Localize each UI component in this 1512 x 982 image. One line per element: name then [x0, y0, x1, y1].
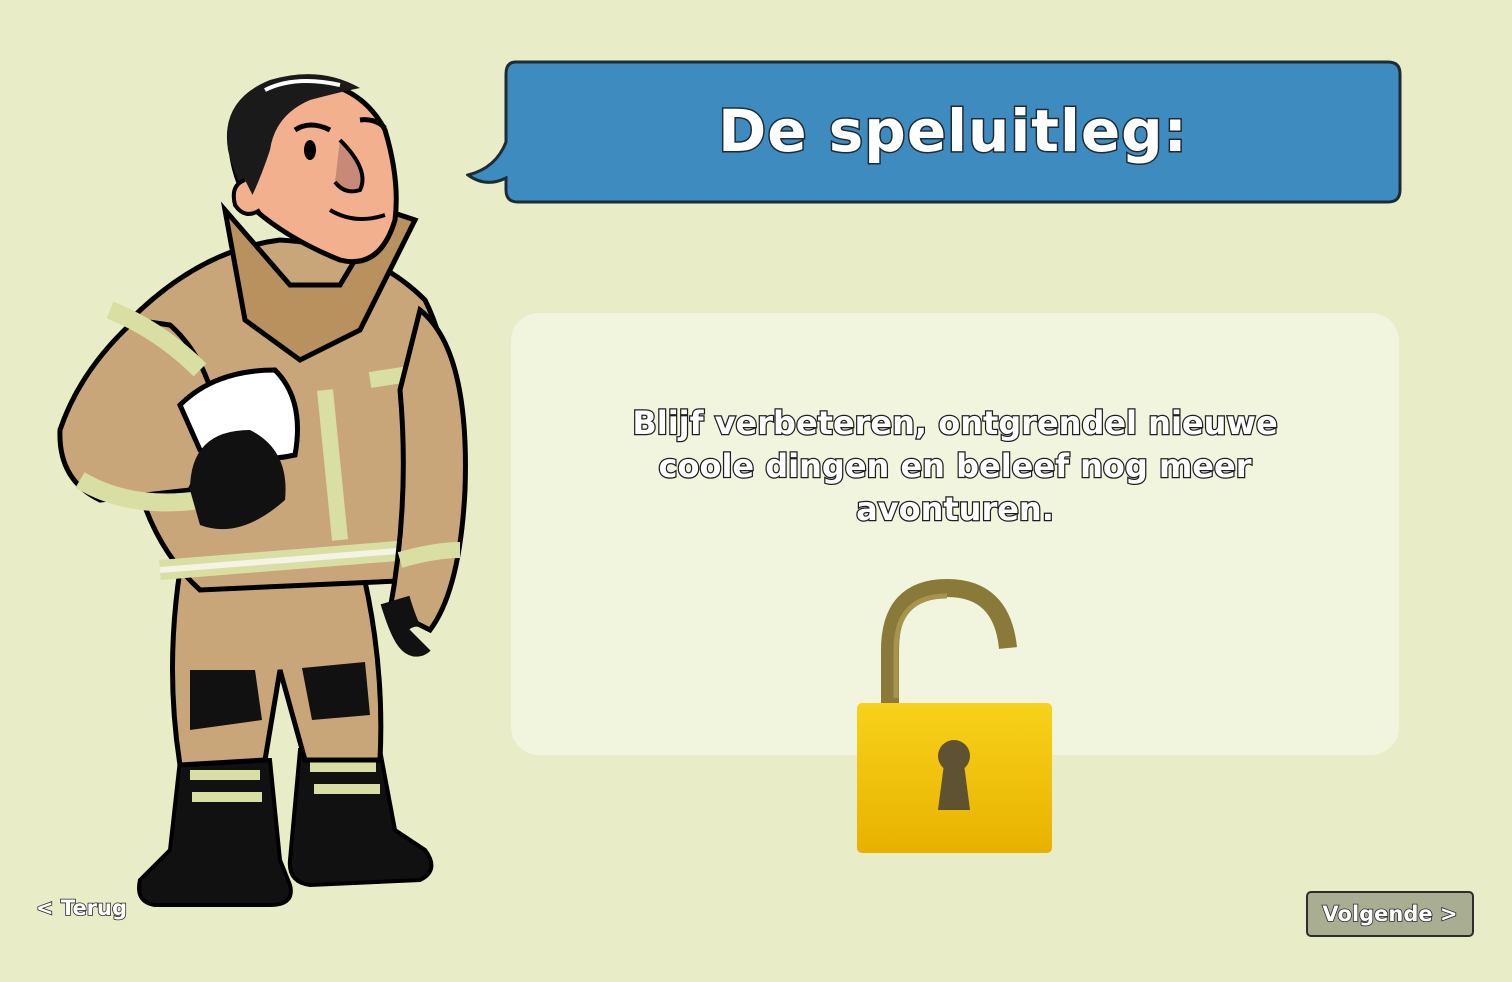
next-button[interactable]: Volgende >	[1306, 891, 1474, 937]
back-link[interactable]: < Terug	[35, 895, 128, 921]
unlocked-padlock-icon	[857, 578, 1052, 853]
firefighter-character	[57, 74, 468, 907]
page-title: De speluitleg:	[717, 96, 1189, 167]
instruction-text: Blijf verbeteren, ontgrendel nieuwe cool…	[631, 403, 1279, 530]
